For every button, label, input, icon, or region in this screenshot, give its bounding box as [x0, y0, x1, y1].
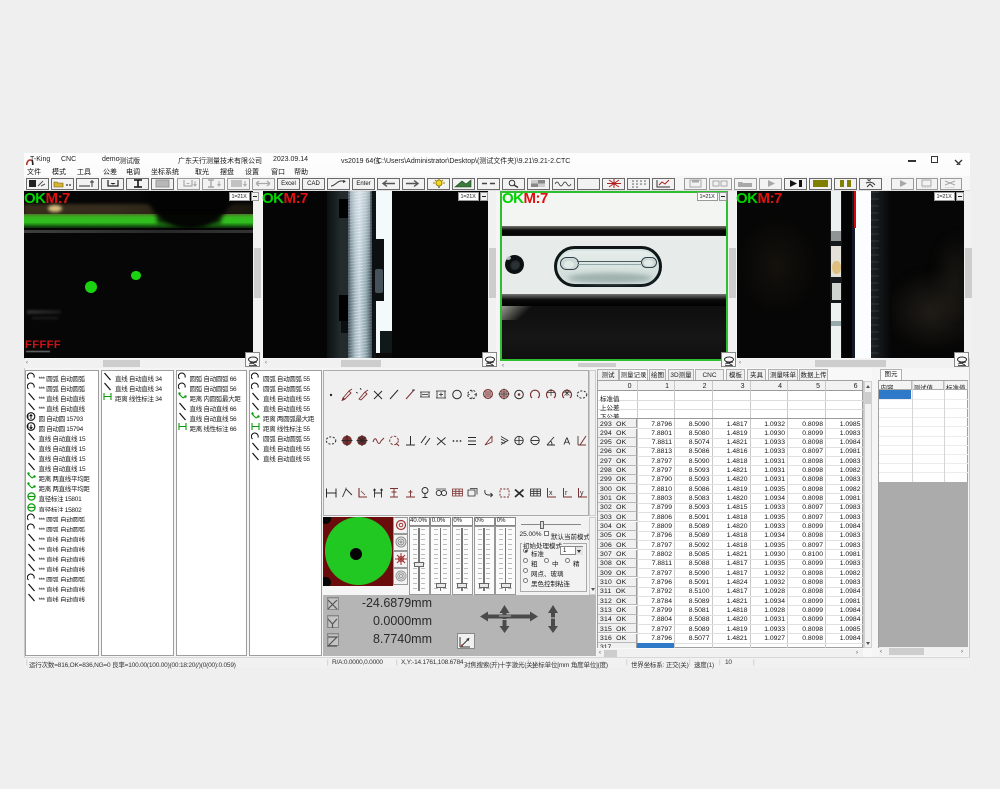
svg-text:A: A [563, 436, 570, 447]
svg-text:r: r [565, 490, 568, 497]
svg-text:x: x [549, 490, 553, 497]
svg-text:y: y [580, 490, 584, 497]
